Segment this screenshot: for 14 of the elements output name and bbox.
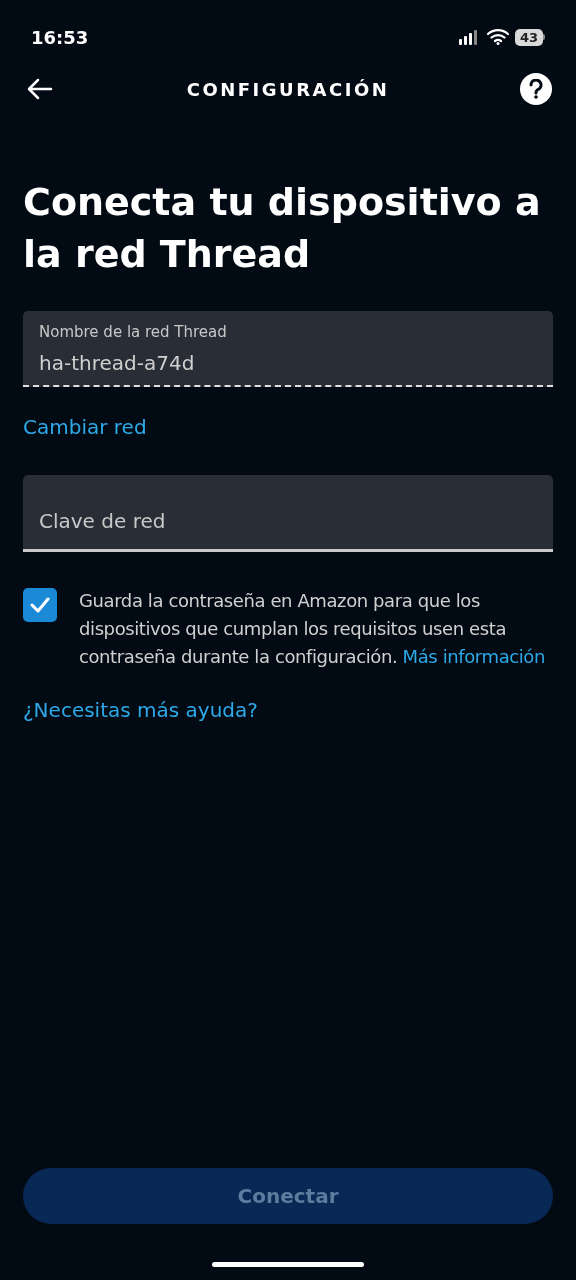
network-key-field[interactable]: Clave de red — [23, 475, 553, 552]
help-icon[interactable] — [520, 73, 552, 105]
status-time: 16:53 — [31, 25, 89, 50]
save-password-checkbox[interactable] — [23, 588, 57, 622]
header-title: CONFIGURACIÓN — [186, 77, 390, 102]
change-network-link[interactable]: Cambiar red — [23, 412, 147, 442]
help-link[interactable]: ¿Necesitas más ayuda? — [23, 695, 258, 725]
battery-icon: 43 — [514, 28, 545, 46]
more-info-link[interactable]: Más información — [402, 646, 545, 667]
checkmark-icon — [30, 597, 50, 613]
save-password-text: Guarda la contraseña en Amazon para que los dispositivos que cumplan los requisitos usen esta contraseña durante la configuración. Más información — [79, 589, 546, 669]
network-name-field[interactable]: Nombre de la red Thread ha-thread-a74d — [23, 311, 553, 387]
page-heading: Conecta tu dispositivo a la red Thread — [23, 179, 542, 278]
wifi-icon — [486, 29, 509, 45]
